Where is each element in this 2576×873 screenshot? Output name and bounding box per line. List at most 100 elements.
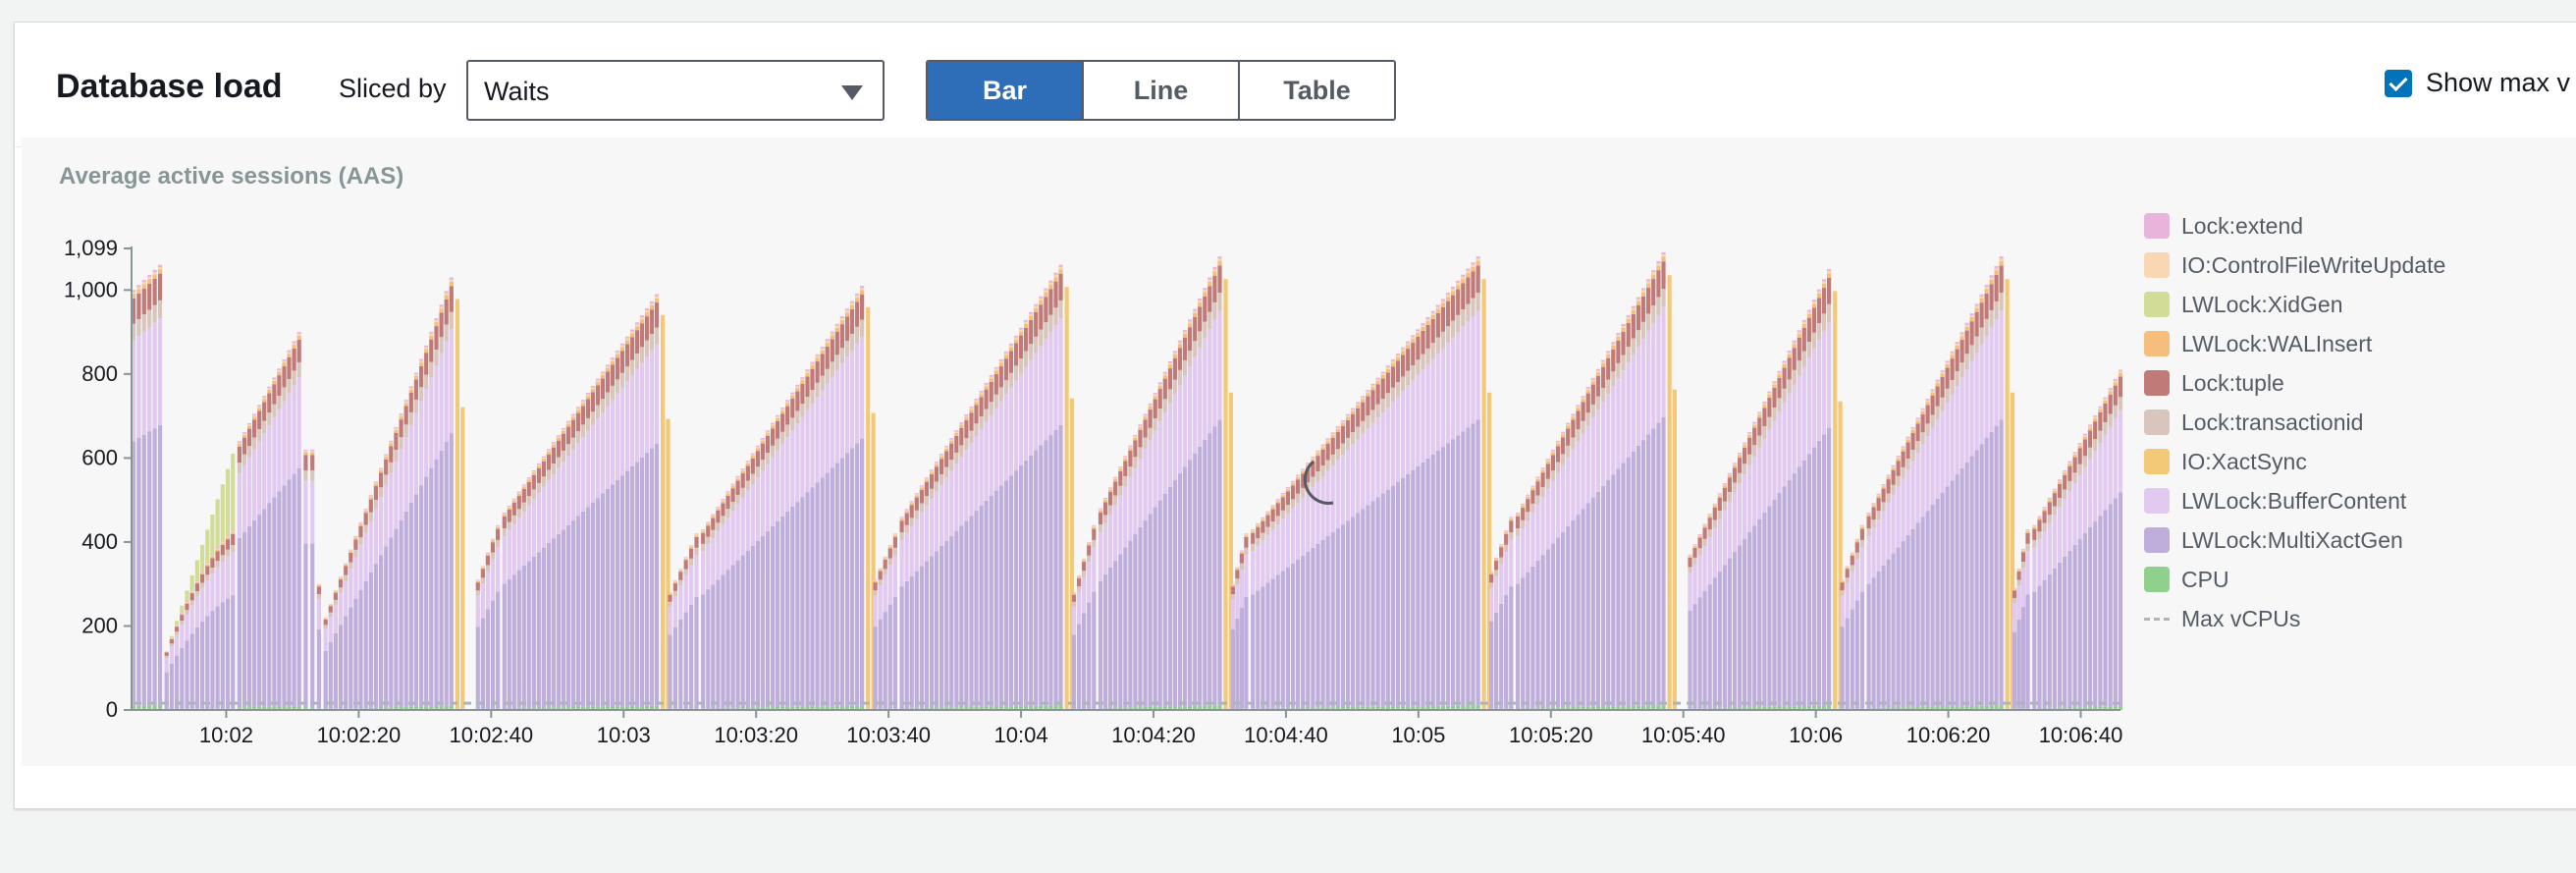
legend-item-lwlock-walinsert[interactable]: LWLock:WALInsert [2144,324,2445,363]
legend-item-lock-extend[interactable]: Lock:extend [2144,206,2445,246]
legend-item-lwlock-xidgen[interactable]: LWLock:XidGen [2144,285,2445,324]
bar-segment [1476,265,1480,294]
bar-segment [1133,434,1138,437]
bar-segment [1743,442,1747,444]
bar-segment [1636,305,1640,331]
bar-segment [1555,537,1561,708]
legend-item-lock-tuple[interactable]: Lock:tuple [2144,363,2445,403]
bar-segment [210,611,215,709]
bar-segment [526,561,531,708]
bar-segment [634,330,640,354]
bar-segment [444,341,449,442]
bar-segment [1876,519,1881,572]
legend-item-lwlock-multixactgen[interactable]: LWLock:MultiXactGen [2144,520,2445,560]
bar-segment [878,571,883,580]
bar [368,495,373,710]
bar-segment [795,423,800,503]
bar-segment [1440,447,1445,706]
bar-segment [480,569,485,578]
bar [1915,417,1920,710]
bar-segment [292,370,296,386]
bar-segment [1265,512,1270,514]
bar-segment [1585,387,1590,389]
bar [1235,567,1240,710]
bar-segment [1461,283,1466,310]
bar-segment [649,305,655,310]
bar-segment [1133,467,1138,534]
y-tick-label: 1,000 [64,277,118,301]
bar-segment [220,562,225,603]
bar-segment [521,484,526,486]
legend-item-cpu[interactable]: CPU [2144,560,2445,599]
bar-segment [1167,368,1172,390]
bar-segment [1757,411,1762,413]
bar-segment [1516,515,1521,517]
bar-segment [363,580,368,708]
legend-item-lwlock-buffercontent[interactable]: LWLock:BufferContent [2144,481,2445,520]
bar-segment [1989,309,1994,328]
bar-segment [379,468,384,470]
bar-segment [152,272,157,275]
bar-segment [1757,435,1762,448]
legend-item-max-vcpus[interactable]: Max vCPUs [2144,599,2445,638]
bar-segment [949,438,954,440]
bar-segment [580,424,585,438]
legend-item-io-controlfilewriteupdate[interactable]: IO:ControlFileWriteUpdate [2144,246,2445,285]
bar-segment [1375,377,1380,380]
bar-segment [1148,427,1153,441]
bar-segment [516,493,521,496]
bar-segment [152,278,157,305]
bar-segment [1401,391,1406,478]
bar [711,514,716,710]
bar-segment [1540,496,1545,556]
bar-segment [1320,540,1325,708]
bar-segment [1606,394,1611,480]
legend-item-lock-transactionid[interactable]: Lock:transactionid [2144,403,2445,442]
bar-segment [556,440,561,458]
bar-segment [1208,433,1212,706]
bar-segment [1707,518,1712,530]
bar-segment [1406,343,1411,346]
bar [496,524,501,710]
bar [1521,503,1526,710]
bar-segment [904,532,909,581]
bar [839,316,844,710]
bar-segment [1656,261,1661,264]
bar-segment [368,499,373,513]
show-max-vcpu-toggle[interactable]: Show max v [2385,68,2570,98]
bar-segment [1626,347,1631,363]
bar-segment [1801,319,1806,322]
bar-segment [740,497,745,556]
bar-segment [1138,430,1143,448]
bar-segment [944,448,949,452]
bar-segment [1013,343,1019,366]
bar-segment [1153,394,1157,397]
bar-segment [424,389,429,477]
bar-segment [1950,394,1955,481]
bar-segment [267,393,272,413]
legend-item-io-xactsync[interactable]: IO:XactSync [2144,442,2445,481]
bar-segment [1727,477,1732,492]
bar-segment [1984,293,1989,319]
bar-segment [2025,529,2030,530]
bar-segment [1103,573,1108,708]
bar-segment [215,548,220,549]
bar-segment [310,455,315,471]
bar-segment [1915,441,1920,454]
bar-segment [1702,538,1707,547]
bar-segment [267,412,272,426]
bar-segment [725,509,730,518]
bar-segment [1964,324,1969,327]
checkbox-checked-icon[interactable] [2385,69,2412,97]
bar-segment [1772,387,1777,408]
bar [1499,544,1504,710]
bar-segment [1256,590,1261,709]
bar-segment [610,385,615,401]
bar-segment [1198,302,1203,307]
bar-segment [575,431,580,444]
bar-segment [1133,437,1138,441]
bar-segment [394,428,399,430]
bar-segment [1430,343,1435,359]
bar-segment [1082,560,1087,563]
bar-segment [919,486,924,488]
